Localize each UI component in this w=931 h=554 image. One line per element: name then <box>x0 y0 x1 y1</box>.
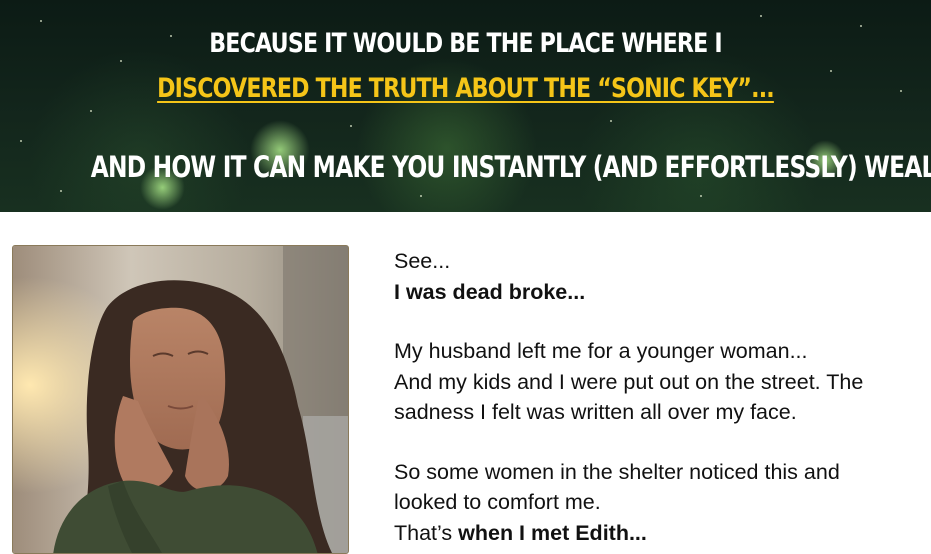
star-dot <box>610 120 612 122</box>
story-line: And my kids and I were put out on the st… <box>394 369 864 394</box>
story-line: My husband left me for a younger woman..… <box>394 339 808 363</box>
hero-headline-line-2: DISCOVERED THE TRUTH ABOUT THE “SONIC KE… <box>84 73 847 104</box>
star-dot <box>120 60 122 62</box>
story-line-mixed: That’s when I met Edith... <box>394 520 647 545</box>
story-line: sadness I felt was written all over my f… <box>394 400 797 424</box>
sonic-key-link[interactable]: DISCOVERED THE TRUTH ABOUT THE “SONIC KE… <box>157 73 775 104</box>
story-line: See... <box>394 249 451 273</box>
star-dot <box>90 110 92 112</box>
story-text: See... I was dead broke... My husband le… <box>394 246 931 548</box>
star-dot <box>350 125 352 127</box>
hero-banner: BECAUSE IT WOULD BE THE PLACE WHERE I DI… <box>0 0 931 212</box>
star-dot <box>20 140 22 142</box>
star-dot <box>60 190 62 192</box>
woman-portrait-image <box>12 245 349 554</box>
star-dot <box>900 90 902 92</box>
star-dot <box>760 15 762 17</box>
star-dot <box>40 20 42 22</box>
story-line: So some women in the shelter noticed thi… <box>394 459 840 484</box>
star-dot <box>830 70 832 72</box>
star-dot <box>860 25 862 27</box>
story-line-bold: I was dead broke... <box>394 279 586 304</box>
hero-headline-line-1: BECAUSE IT WOULD BE THE PLACE WHERE I <box>209 28 722 59</box>
story-line: looked to comfort me. <box>394 490 601 514</box>
hero-headline-line-3: AND HOW IT CAN MAKE YOU INSTANTLY (AND E… <box>90 150 931 184</box>
star-dot <box>420 195 422 197</box>
star-dot <box>700 195 702 197</box>
